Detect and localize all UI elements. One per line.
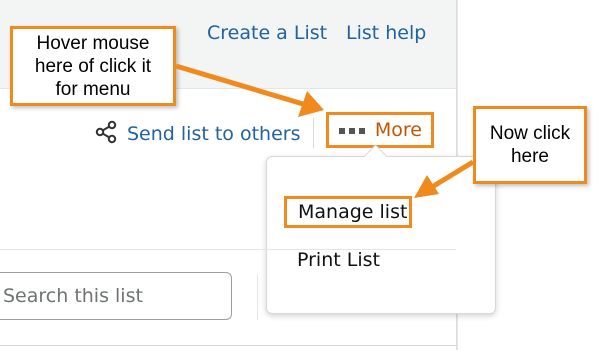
list-help-link[interactable]: List help bbox=[346, 22, 426, 44]
action-divider bbox=[313, 118, 314, 148]
bottom-divider bbox=[0, 345, 456, 346]
send-list-button[interactable]: Send list to others bbox=[94, 120, 300, 148]
create-list-link[interactable]: Create a List bbox=[207, 22, 327, 44]
search-divider bbox=[257, 274, 258, 320]
more-button[interactable]: More bbox=[326, 112, 434, 148]
menu-item-manage-list[interactable]: Manage list bbox=[284, 196, 412, 228]
more-dropdown-menu: Manage list Print List bbox=[266, 156, 496, 314]
send-list-label: Send list to others bbox=[127, 123, 301, 145]
click-instruction-callout: Now click here bbox=[473, 106, 587, 184]
search-list-input[interactable] bbox=[0, 272, 232, 320]
hover-instruction-callout: Hover mouse here of click it for menu bbox=[10, 26, 176, 106]
share-icon bbox=[94, 120, 127, 148]
more-dots-icon bbox=[339, 128, 365, 134]
more-label: More bbox=[374, 119, 422, 141]
menu-item-print-list[interactable]: Print List bbox=[297, 249, 380, 271]
section-divider bbox=[0, 249, 456, 250]
